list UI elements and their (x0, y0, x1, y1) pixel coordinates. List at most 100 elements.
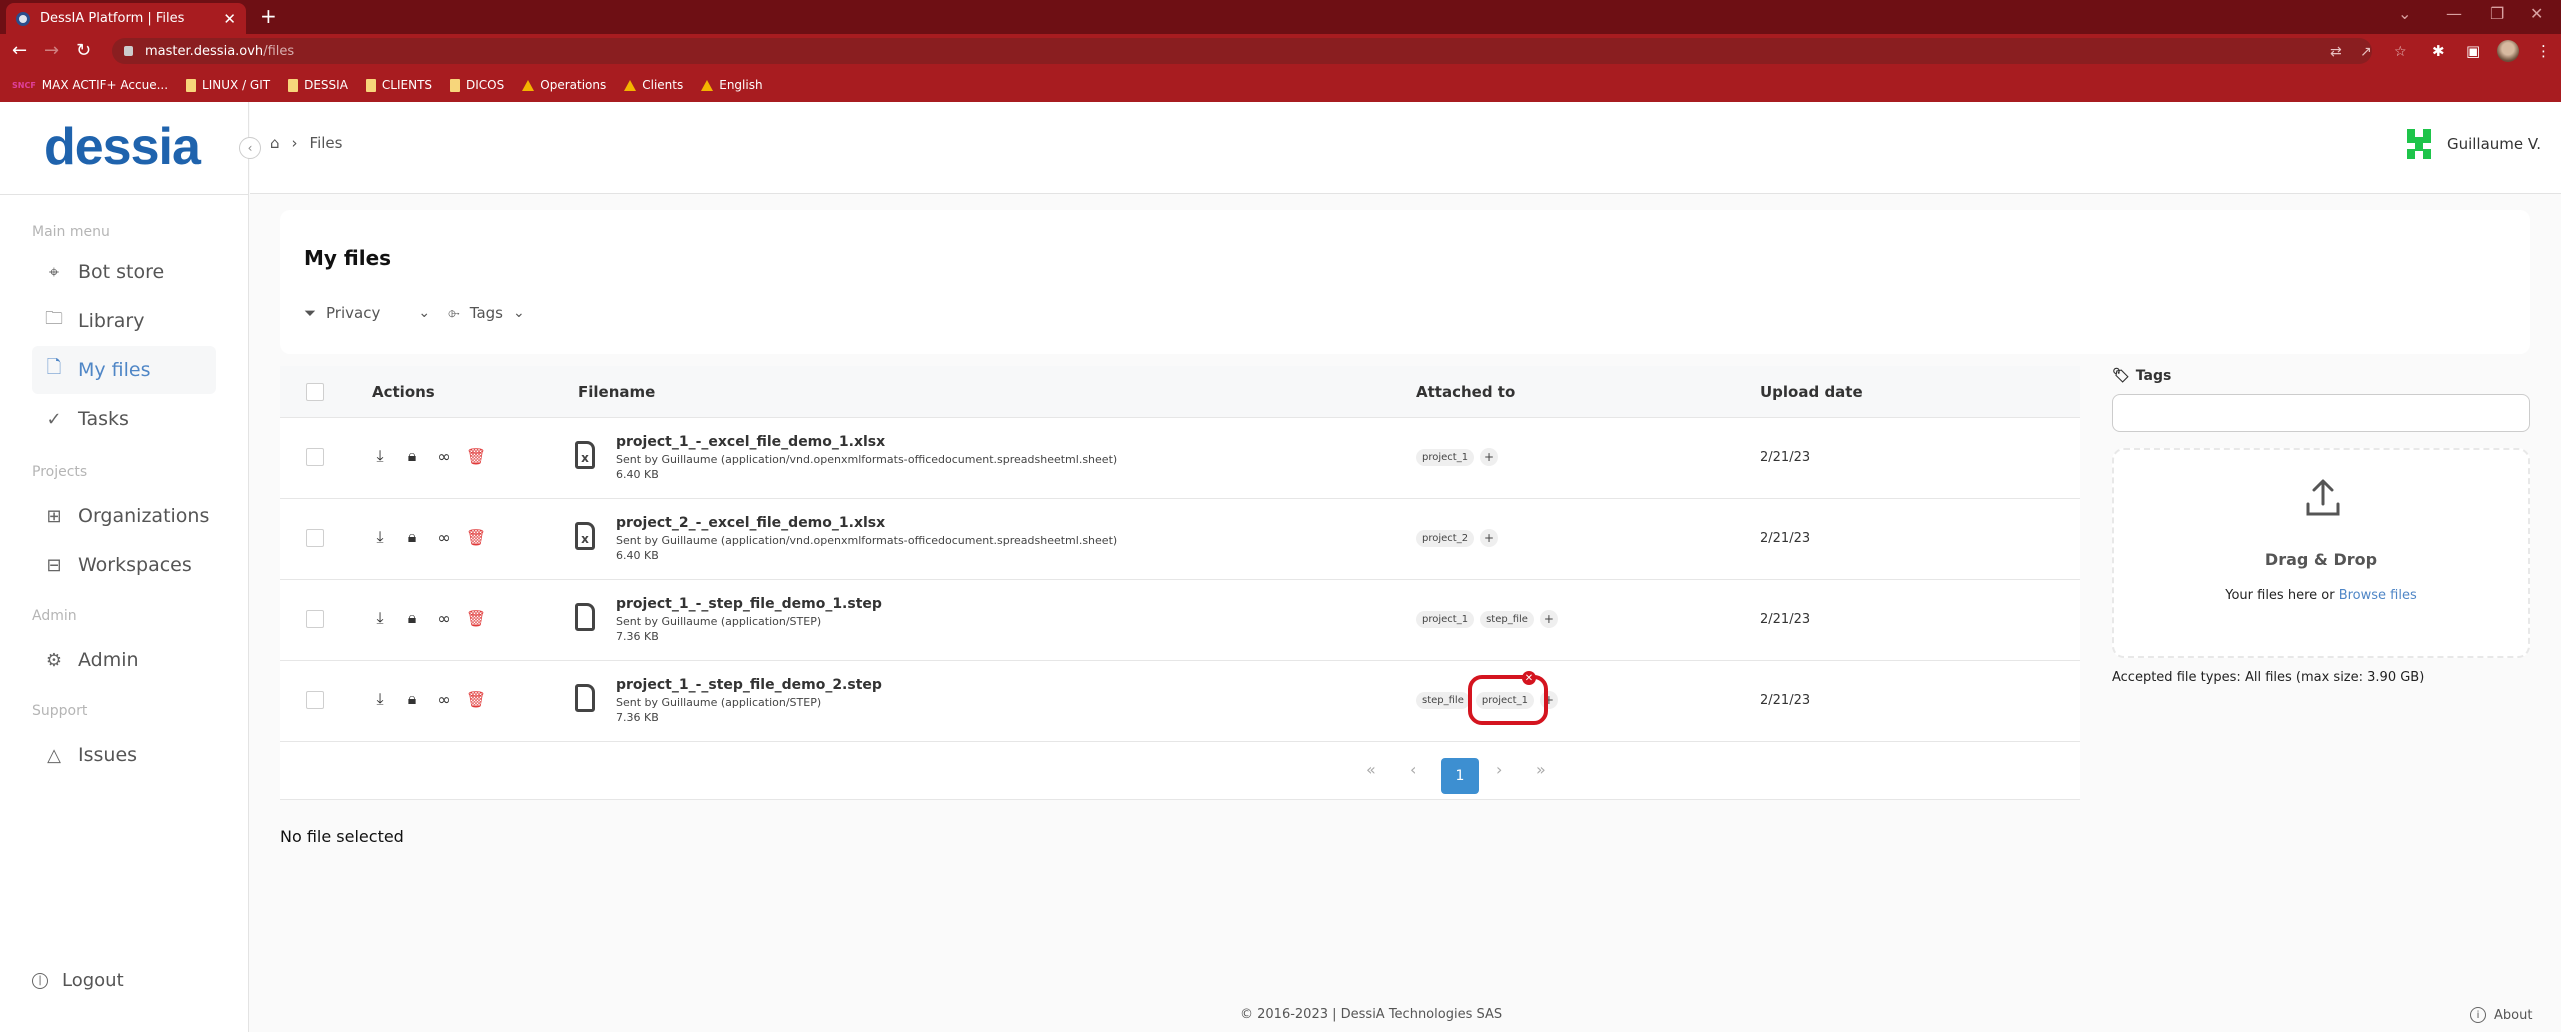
table-row[interactable]: ⤓ 🔒︎ ∞ 🗑︎ x project_1_-_excel_file_demo_… (280, 418, 2080, 499)
bookmark[interactable]: DICOS (450, 78, 504, 92)
close-window-button[interactable]: ✕ (2530, 4, 2543, 23)
tag-chip[interactable]: project_1 (1416, 610, 1475, 628)
about-link[interactable]: i About (2470, 1007, 2532, 1023)
new-tab-button[interactable]: + (260, 4, 277, 28)
row-checkbox[interactable] (306, 691, 324, 709)
row-checkbox[interactable] (306, 610, 324, 628)
collapse-sidebar-button[interactable]: ‹ (239, 137, 261, 159)
browser-tab[interactable]: DessIA Platform | Files ✕ (6, 3, 246, 34)
trash-icon[interactable]: 🗑︎ (466, 609, 486, 628)
trash-icon[interactable]: 🗑︎ (466, 447, 486, 466)
bookmark[interactable]: Operations (522, 78, 606, 92)
upload-date: 2/21/23 (1760, 531, 1811, 546)
prev-page-button[interactable]: ‹ (1410, 760, 1416, 779)
row-checkbox[interactable] (306, 448, 324, 466)
lock-icon[interactable]: 🔒︎ (404, 527, 420, 546)
browse-files-link[interactable]: Browse files (2339, 588, 2417, 603)
next-page-button[interactable]: › (1496, 760, 1502, 779)
header-upload-date[interactable]: Upload date (1760, 383, 1863, 401)
download-icon[interactable]: ⤓ (372, 527, 388, 546)
table-row[interactable]: ⤓ 🔒︎ ∞ 🗑︎ x project_2_-_excel_file_demo_… (280, 499, 2080, 580)
trash-icon[interactable]: 🗑︎ (466, 528, 486, 547)
bookmark[interactable]: DESSIA (288, 78, 348, 92)
page-1-button[interactable]: 1 (1441, 758, 1479, 794)
select-all-checkbox[interactable] (306, 383, 324, 401)
tab-search-icon[interactable]: ⌄ (2398, 4, 2411, 23)
trash-icon[interactable]: 🗑︎ (466, 690, 486, 709)
forward-button[interactable]: → (44, 40, 59, 61)
sidebar-item-admin[interactable]: ⚙ Admin (32, 636, 216, 684)
bookmark[interactable]: SNCF MAX ACTIF+ Accue... (12, 78, 168, 92)
address-bar[interactable]: master.dessia.ovh/files (112, 38, 2372, 64)
link-icon[interactable]: ∞ (436, 528, 452, 547)
sidebar-item-issues[interactable]: △ Issues (32, 731, 216, 779)
privacy-filter-dropdown[interactable]: ⏷ Privacy ⌄ (304, 304, 430, 322)
bookmark[interactable]: LINUX / GIT (186, 78, 270, 92)
dessia-logo[interactable]: dessia (44, 117, 201, 177)
row-checkbox[interactable] (306, 529, 324, 547)
table-row[interactable]: ⤓ 🔒︎ ∞ 🗑︎ project_1_-_step_file_demo_1.s… (280, 580, 2080, 661)
privacy-filter-label: Privacy (326, 304, 381, 322)
file-name[interactable]: project_1_-_step_file_demo_1.step (616, 596, 882, 612)
lock-icon[interactable]: 🔒︎ (404, 446, 420, 465)
link-icon[interactable]: ∞ (436, 447, 452, 466)
upload-tags-input[interactable] (2112, 394, 2530, 432)
tag-chip[interactable]: step_file (1416, 691, 1470, 709)
restore-button[interactable]: ❐ (2490, 4, 2504, 23)
highlight-annotation (1468, 675, 1548, 725)
excel-file-icon: x (575, 441, 595, 469)
link-icon[interactable]: ∞ (436, 609, 452, 628)
table-row[interactable]: ⤓ 🔒︎ ∞ 🗑︎ project_1_-_step_file_demo_2.s… (280, 661, 2080, 742)
home-icon[interactable]: ⌂ (270, 134, 280, 152)
sidebar-item-organizations[interactable]: ⊞ Organizations (32, 492, 216, 540)
header-attached-to[interactable]: Attached to (1416, 383, 1515, 401)
add-tag-button[interactable]: + (1539, 610, 1558, 628)
close-tab-icon[interactable]: ✕ (223, 10, 236, 28)
file-name[interactable]: project_2_-_excel_file_demo_1.xlsx (616, 515, 885, 531)
extensions-icon[interactable]: ✱ (2432, 42, 2445, 60)
minimize-button[interactable]: — (2446, 4, 2462, 23)
tags-filter-dropdown[interactable]: ⌱ Tags ⌄ (448, 304, 525, 322)
translate-icon[interactable]: ⇄ (2330, 44, 2342, 60)
sidebar-item-tasks[interactable]: ✓ Tasks (32, 395, 216, 443)
lock-icon[interactable]: 🔒︎ (404, 689, 420, 708)
sidebar-item-bot-store[interactable]: ⌖ Bot store (32, 248, 216, 296)
bookmark[interactable]: Clients (624, 78, 683, 92)
sidebar-item-label: My files (78, 359, 151, 381)
back-button[interactable]: ← (12, 40, 27, 61)
bookmark[interactable]: CLIENTS (365, 78, 432, 92)
download-icon[interactable]: ⤓ (372, 608, 388, 627)
side-panel-icon[interactable]: ▣ (2466, 42, 2480, 60)
chevron-down-icon: ⌄ (512, 305, 525, 321)
download-icon[interactable]: ⤓ (372, 446, 388, 465)
download-icon[interactable]: ⤓ (372, 689, 388, 708)
sidebar-item-library[interactable]: 🗀 Library (32, 297, 216, 345)
user-identicon-avatar (2406, 129, 2431, 159)
file-dropzone[interactable]: Drag & Drop Your files here or Browse fi… (2112, 448, 2530, 658)
add-tag-button[interactable]: + (1480, 448, 1499, 466)
sidebar-item-workspaces[interactable]: ⊟ Workspaces (32, 541, 216, 589)
remove-tag-icon[interactable]: ✕ (1522, 671, 1536, 685)
first-page-button[interactable]: « (1366, 760, 1376, 779)
tag-chip[interactable]: step_file (1480, 610, 1534, 628)
menu-icon[interactable]: ⋮ (2536, 42, 2551, 60)
share-icon[interactable]: ↗ (2360, 44, 2372, 60)
reload-button[interactable]: ↻ (76, 40, 91, 61)
tag-chip[interactable]: project_1 (1416, 448, 1475, 466)
star-icon[interactable]: ☆ (2394, 44, 2407, 60)
profile-avatar[interactable] (2497, 40, 2519, 62)
file-name[interactable]: project_1_-_step_file_demo_2.step (616, 677, 882, 693)
logout-label: Logout (62, 970, 124, 991)
sidebar-item-my-files[interactable]: 🗋 My files (32, 346, 216, 394)
drive-icon (701, 79, 714, 91)
last-page-button[interactable]: » (1536, 760, 1546, 779)
logout-button[interactable]: | Logout (32, 970, 124, 991)
header-filename[interactable]: Filename (578, 383, 655, 401)
lock-icon[interactable]: 🔒︎ (404, 608, 420, 627)
tag-chip[interactable]: project_2 (1416, 529, 1475, 547)
link-icon[interactable]: ∞ (436, 690, 452, 709)
add-tag-button[interactable]: + (1480, 529, 1499, 547)
file-name[interactable]: project_1_-_excel_file_demo_1.xlsx (616, 434, 885, 450)
bookmark[interactable]: English (701, 78, 763, 92)
user-menu[interactable]: Guillaume V. (2406, 129, 2541, 159)
